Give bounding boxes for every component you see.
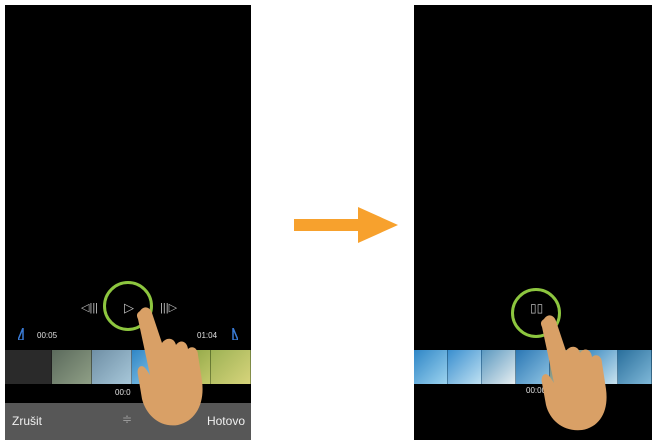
filmstrip-thumbnail (5, 350, 52, 384)
right-arrow-icon (294, 207, 398, 243)
pointing-hand-icon (540, 315, 607, 431)
bottom-toolbar: Zrušit ≑ Hotovo (5, 403, 251, 440)
done-button[interactable]: Hotovo (207, 414, 245, 428)
pointing-hand-icon (136, 307, 203, 426)
cancel-button[interactable]: Zrušit (12, 414, 42, 428)
trim-end-handle-icon[interactable] (232, 328, 238, 340)
filmstrip-thumbnail (91, 350, 132, 384)
filmstrip-thumbnail (414, 350, 448, 384)
rewind-icon[interactable]: ◁||| (81, 301, 98, 314)
filmstrip-thumbnail (52, 350, 92, 384)
trim-start-handle-icon[interactable] (18, 328, 24, 340)
video-filmstrip[interactable] (5, 350, 251, 384)
left-phone-screen: ◁||| ▷ |||▷ 00:05 01:04 00:0 Zrušit ≑ Ho… (5, 5, 251, 440)
filmstrip-thumbnail (482, 350, 516, 384)
trim-start-time: 00:05 (37, 331, 58, 340)
right-phone-screen: ▯▯ 00:00 (414, 5, 652, 440)
filmstrip-thumbnail (211, 350, 251, 384)
filmstrip-thumbnail (448, 350, 482, 384)
video-filmstrip[interactable] (414, 350, 652, 384)
filmstrip-thumbnail (618, 350, 652, 384)
playhead-time: 00:0 (115, 388, 131, 397)
